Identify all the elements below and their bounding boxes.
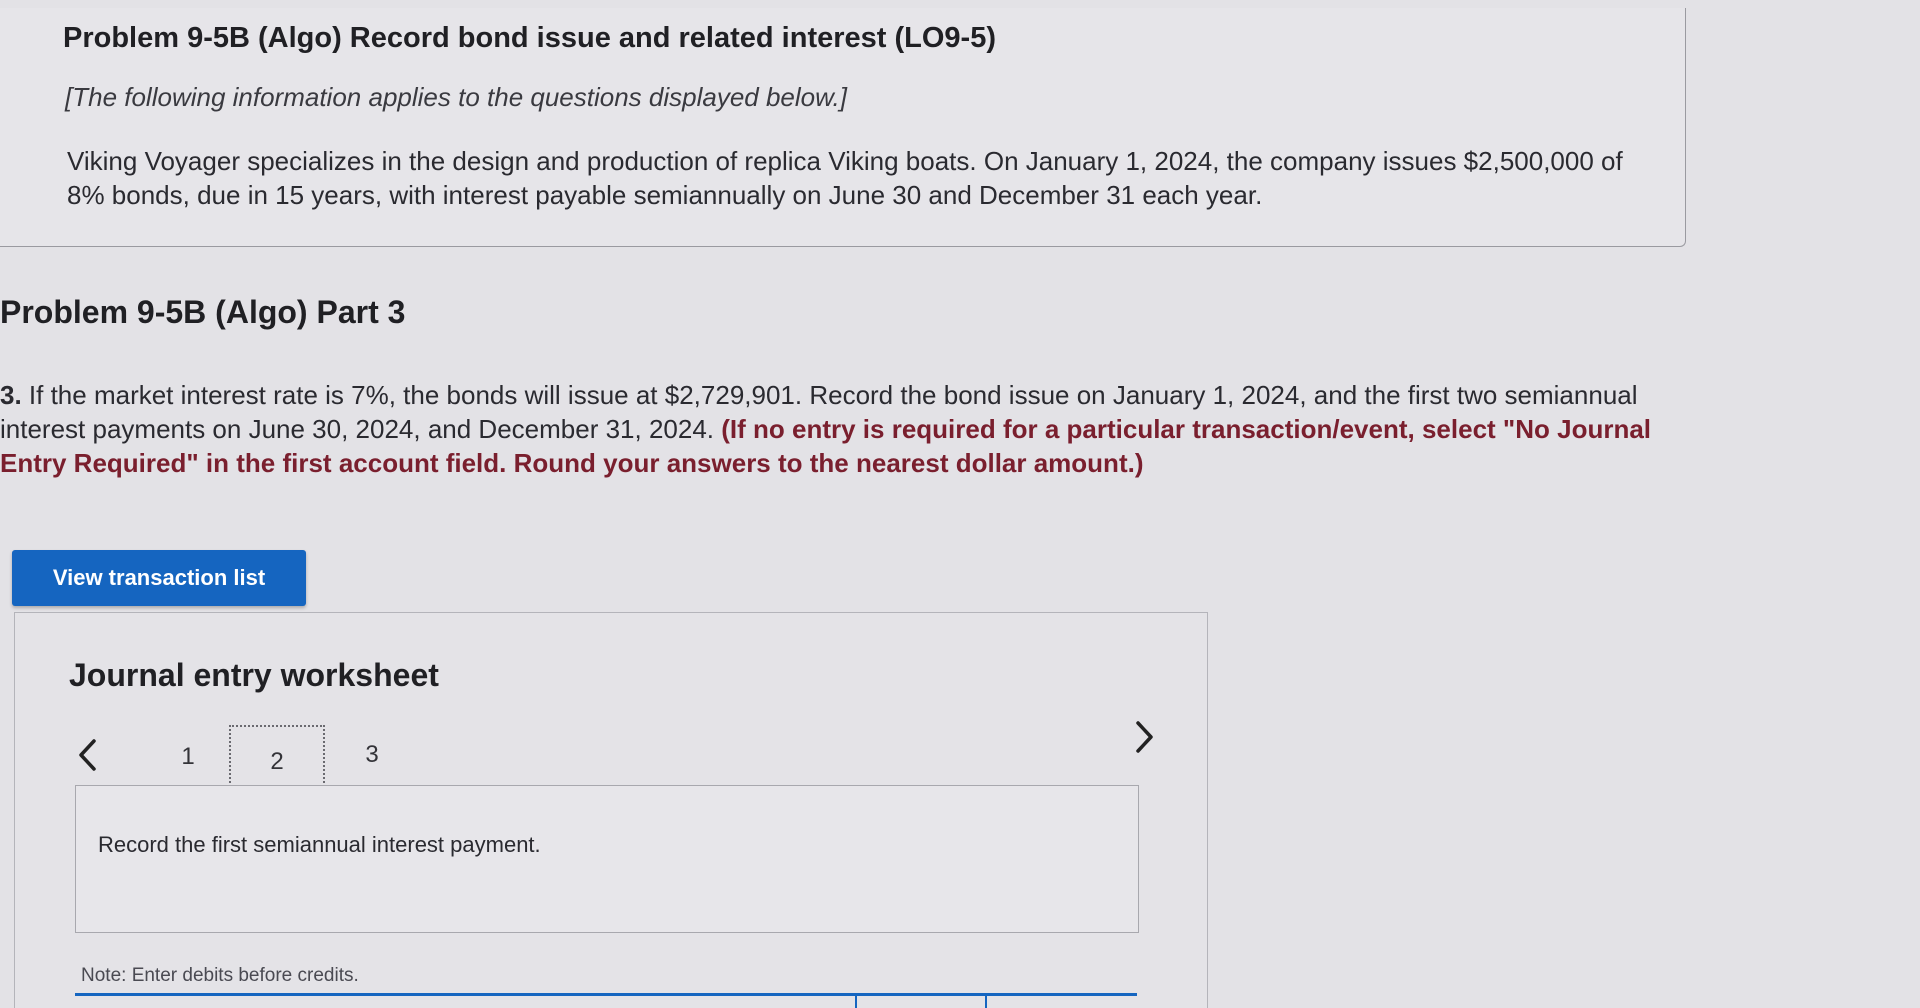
- journal-entry-worksheet: Journal entry worksheet 1 2 3 Record the…: [14, 612, 1208, 1008]
- info-note: [The following information applies to th…: [65, 82, 847, 112]
- worksheet-page-3[interactable]: 3: [357, 737, 387, 773]
- previous-page-chevron-left-icon[interactable]: [67, 735, 107, 775]
- question: 3. If the market interest rate is 7%, th…: [0, 378, 1680, 480]
- worksheet-note: Note: Enter debits before credits.: [81, 965, 359, 986]
- worksheet-page-1[interactable]: 1: [173, 739, 203, 775]
- problem-description: Viking Voyager specializes in the design…: [67, 146, 1623, 210]
- worksheet-title: Journal entry worksheet: [69, 657, 439, 693]
- entry-description-box: Record the first semiannual interest pay…: [75, 785, 1139, 933]
- entry-description: Record the first semiannual interest pay…: [98, 832, 541, 857]
- table-column-divider: [855, 993, 857, 1008]
- page: Problem 9-5B (Algo) Record bond issue an…: [0, 0, 1920, 1008]
- problem-title: Problem 9-5B (Algo) Record bond issue an…: [63, 22, 996, 54]
- problem-info-box: Problem 9-5B (Algo) Record bond issue an…: [0, 8, 1686, 247]
- journal-table-header-edge: [75, 993, 1137, 1008]
- view-transaction-list-button[interactable]: View transaction list: [12, 550, 306, 606]
- next-page-chevron-right-icon[interactable]: [1125, 717, 1165, 757]
- question-number: 3.: [0, 380, 22, 410]
- part-title: Problem 9-5B (Algo) Part 3: [0, 294, 406, 330]
- table-column-divider: [985, 993, 987, 1008]
